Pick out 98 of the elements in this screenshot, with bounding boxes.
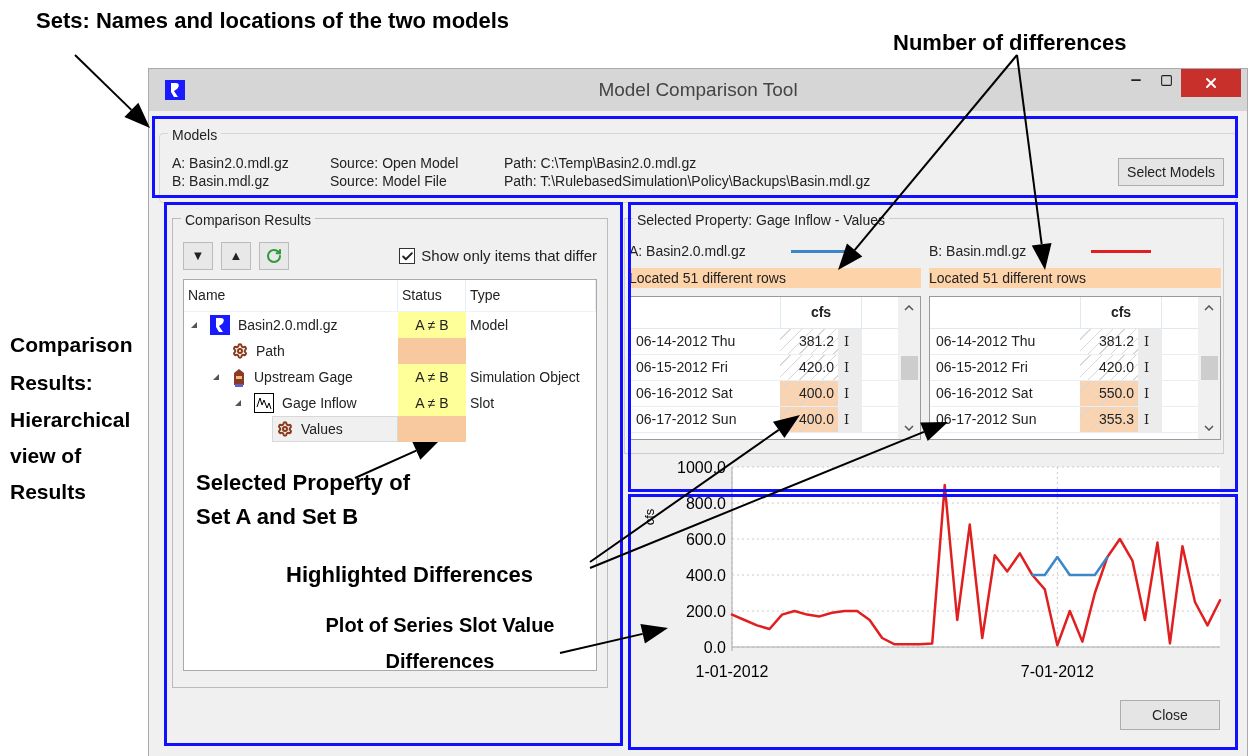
scrollbar[interactable] [898,297,920,439]
move-down-button[interactable]: ▼ [183,242,213,270]
close-button[interactable] [1181,69,1241,97]
annotation-text: Sets: Names and locations of the two models [36,7,510,35]
value-cell[interactable]: 355.3 [1080,407,1138,432]
value-cell[interactable]: 381.2 [780,329,838,354]
model-label: B: Basin.mdl.gz [929,241,1028,261]
check-icon [400,249,414,263]
status-cell: A ≠ B [398,390,466,416]
model-icon [165,80,185,100]
unit-header: cfs [1080,297,1162,328]
x-tick-label: 7-01-2012 [1020,663,1094,680]
unit-header: cfs [780,297,862,328]
value-cell[interactable]: 550.0 [1080,381,1138,406]
date-cell-text: 06-15-2012 Fri [635,358,729,377]
y-axis-label: cfs [642,508,657,526]
tree-item[interactable]: Gage Inflow [250,390,398,416]
model-path: Path: T:\RulebasedSimulation\Policy\Backups\Basin.mdl.gz [504,172,871,190]
gear-icon [232,343,248,359]
scrollbar-thumb[interactable] [1200,356,1218,380]
model-source: Source: Model File [330,172,448,190]
y-tick-label: 200.0 [685,603,726,620]
refresh-icon [266,248,282,264]
date-cell-text: 06-14-2012 Thu [935,332,1037,351]
model-name: A: Basin2.0.mdl.gz [172,154,290,172]
model-name: B: Basin.mdl.gz [172,172,271,190]
date-cell-text: 06-16-2012 Sat [635,384,734,403]
flag-cell: I [838,329,862,354]
scroll-down-icon[interactable] [1204,425,1214,431]
expanded-triangle-icon[interactable] [190,321,198,329]
annotation-text: Selected Property of Set A and Set B [196,469,411,531]
tree-item[interactable]: Basin2.0.mdl.gz [206,312,398,338]
annotation-text: Highlighted Differences [286,561,533,589]
gear-icon [277,421,293,437]
type-cell-text: Model [469,315,509,335]
maximize-icon [1159,73,1173,87]
value-cell[interactable]: 381.2 [1080,329,1138,354]
date-cell-text: 06-17-2012 Sun [635,410,738,429]
model-icon [210,315,230,335]
type-cell-text: Slot [469,393,495,413]
date-cell-text: 06-16-2012 Sat [935,384,1034,403]
model-path: Path: C:\Temp\Basin2.0.mdl.gz [504,154,698,172]
expanded-triangle-icon[interactable] [234,399,242,407]
tree-item[interactable]: Path [228,338,398,364]
window-title: Model Comparison Tool [597,77,799,102]
tree-item[interactable]: Upstream Gage [228,364,398,390]
annotation-text: Hierarchical view of Results [10,407,132,505]
scrollbar[interactable] [1198,297,1220,439]
flag-cell: I [1138,407,1162,432]
date-cell-text: 06-17-2012 Sun [935,410,1038,429]
column-header[interactable]: Status [398,280,466,311]
flag-cell: I [1138,381,1162,406]
y-tick-label: 600.0 [685,531,726,548]
flag-cell: I [1138,355,1162,380]
model-source: Source: Open Model [330,154,460,172]
tree-item-label: Values [301,419,343,439]
annotation-text: Number of differences [893,29,1127,57]
scroll-down-icon[interactable] [904,425,914,431]
value-cell[interactable]: 400.0 [780,381,838,406]
status-cell: A ≠ B [398,312,466,338]
scroll-up-icon[interactable] [904,305,914,311]
difference-count: Located 51 different rows [929,268,1221,288]
y-tick-label: 400.0 [685,567,726,584]
expanded-triangle-icon[interactable] [212,373,220,381]
date-cell-text: 06-14-2012 Thu [635,332,737,351]
y-tick-label: 0.0 [703,639,726,656]
annotation-text: Plot of Series Slot Value Differences [324,613,556,674]
flag-cell: I [838,355,862,380]
tree-item-label: Path [256,341,285,361]
select-models-button[interactable]: Select Models [1118,158,1224,186]
series-icon [254,393,274,413]
flag-cell: I [838,407,862,432]
status-cell: A ≠ B [398,364,466,390]
type-cell-text: Simulation Object [469,367,580,387]
checkbox[interactable] [399,248,416,264]
annotation-text: Comparison Results: [10,332,134,396]
tree-item[interactable]: Values [272,416,398,442]
tree-item-label: Upstream Gage [254,367,353,387]
y-tick-label: 1000.0 [677,459,726,476]
tree-item-label: Gage Inflow [282,393,357,413]
scrollbar-thumb[interactable] [900,356,918,380]
x-tick-label: 1-01-2012 [695,663,769,680]
date-cell-text: 06-15-2012 Fri [935,358,1029,377]
y-tick-label: 800.0 [685,495,726,512]
tree-item-label: Basin2.0.mdl.gz [238,315,338,335]
column-header[interactable]: Type [466,280,596,311]
value-cell[interactable]: 420.0 [780,355,838,380]
flag-cell: I [1138,329,1162,354]
building-icon [232,367,246,387]
close-icon [1203,75,1219,91]
column-header[interactable]: Name [184,280,398,311]
checkbox-label: Show only items that differ [421,245,597,266]
close-dialog-button[interactable]: Close [1120,700,1220,730]
refresh-button[interactable] [259,242,289,270]
flag-cell: I [838,381,862,406]
move-up-button[interactable]: ▲ [221,242,251,270]
scroll-up-icon[interactable] [1204,305,1214,311]
value-cell[interactable]: 420.0 [1080,355,1138,380]
